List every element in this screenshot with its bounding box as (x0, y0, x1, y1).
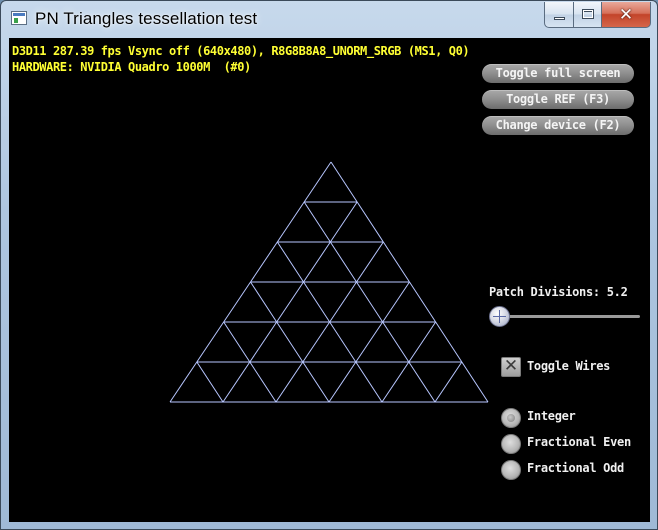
wireframe-edge (250, 241, 278, 283)
wireframe-edge (276, 201, 305, 243)
wireframe-edge (434, 361, 463, 403)
wireframe-edge (249, 361, 277, 403)
wireframe-edge (408, 321, 437, 363)
toggle-wires-checkbox[interactable]: ✕ (501, 356, 521, 377)
wireframe-edge (276, 241, 304, 283)
radio-fractional-odd-label[interactable]: Fractional Odd (527, 461, 624, 475)
wireframe-edge (329, 241, 357, 283)
radio-fractional-even-label[interactable]: Fractional Even (527, 435, 631, 449)
radio-fractional-even[interactable] (501, 434, 521, 454)
wireframe-edge (330, 161, 358, 203)
wireframe-edge (409, 281, 437, 323)
wireframe-edge (250, 281, 278, 323)
wireframe-edge (356, 201, 384, 243)
wireframe-edge (303, 161, 332, 203)
wireframe-edge (303, 281, 331, 323)
checkmark-icon: ✕ (503, 356, 519, 376)
wireframe-edge (435, 321, 463, 363)
wireframe-edge (302, 321, 331, 363)
wireframe-edge (303, 241, 331, 283)
radio-integer[interactable] (501, 408, 521, 428)
wireframe-edge (223, 321, 251, 363)
toggle-ref-button[interactable]: Toggle REF (F3) (482, 90, 634, 109)
window-frame: PN Triangles tessellation test ✕ D3D11 2… (0, 0, 658, 530)
wireframe-edge (276, 321, 304, 363)
wireframe-edge (169, 361, 198, 403)
wireframe-edge (196, 321, 225, 363)
wireframe-edge (223, 281, 251, 323)
minimize-icon (554, 17, 565, 20)
close-icon: ✕ (618, 5, 634, 25)
patch-divisions-slider-thumb[interactable] (489, 306, 510, 327)
wireframe-edge (356, 241, 384, 283)
maximize-icon (582, 9, 594, 19)
wireframe-edge (302, 361, 330, 403)
toggle-wires-label[interactable]: Toggle Wires (527, 359, 610, 373)
title-bar[interactable]: PN Triangles tessellation test ✕ (1, 1, 657, 35)
wireframe-edge (382, 321, 410, 363)
wireframe-edge (356, 281, 384, 323)
patch-divisions-label: Patch Divisions: 5.2 (489, 285, 628, 299)
wireframe-edge (329, 201, 358, 243)
wireframe-edge (381, 361, 410, 403)
change-device-button[interactable]: Change device (F2) (482, 116, 634, 135)
window-app-icon[interactable] (11, 11, 27, 25)
wireframe-edge (303, 201, 331, 243)
wireframe-edge (275, 361, 304, 403)
window-title: PN Triangles tessellation test (35, 9, 258, 28)
pn-triangle-wireframe (169, 161, 489, 403)
toggle-full-screen-button[interactable]: Toggle full screen (482, 64, 634, 83)
close-button[interactable]: ✕ (602, 2, 651, 28)
wireframe-edge (249, 321, 278, 363)
wireframe-edge (461, 361, 489, 403)
radio-selected-dot (507, 414, 515, 422)
wireframe-edge (329, 321, 357, 363)
render-viewport[interactable]: D3D11 287.39 fps Vsync off (640x480), R8… (9, 38, 650, 522)
wireframe-edge (328, 361, 357, 403)
caption-buttons: ✕ (544, 2, 651, 29)
wireframe-edge (355, 321, 384, 363)
radio-fractional-odd[interactable] (501, 460, 521, 480)
wireframe-edge (408, 361, 436, 403)
maximize-button[interactable] (574, 2, 602, 28)
wireframe-edge (355, 361, 383, 403)
wireframe-edge (276, 281, 304, 323)
wireframe-edge (382, 281, 410, 323)
wireframe-edge (329, 281, 357, 323)
wireframe-edge (222, 361, 251, 403)
radio-integer-label[interactable]: Integer (527, 409, 576, 423)
patch-divisions-slider-track[interactable] (499, 315, 640, 318)
wireframe-edge (196, 361, 224, 403)
minimize-button[interactable] (544, 2, 574, 28)
wireframe-edge (382, 241, 410, 283)
